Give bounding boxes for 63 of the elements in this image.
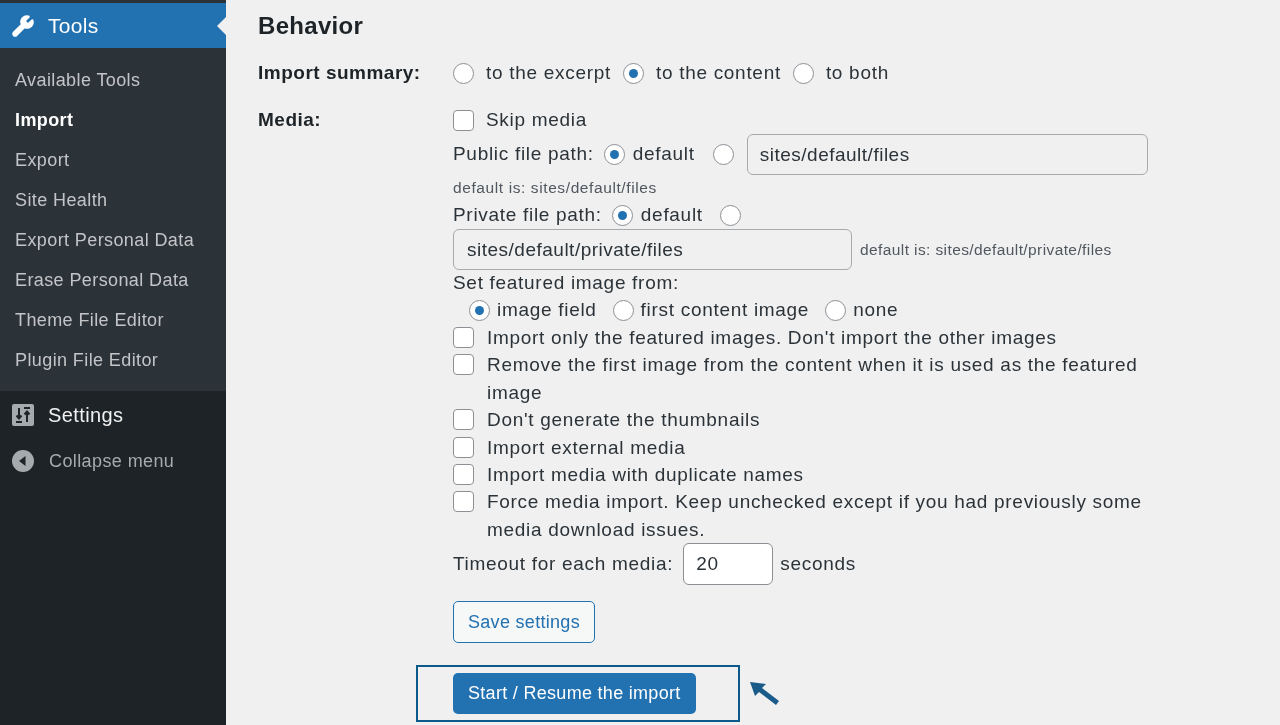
radio-button[interactable]	[622, 62, 644, 84]
option-label: Set featured image from:	[453, 271, 679, 296]
sliders-icon	[12, 404, 34, 426]
option-label: first content image	[640, 298, 810, 323]
option-label: default	[640, 202, 703, 227]
unit-label: seconds	[780, 552, 856, 576]
submenu-item[interactable]: Export	[0, 140, 226, 180]
collapse-menu-link[interactable]: Collapse menu	[49, 447, 175, 475]
submenu-item[interactable]: Site Health	[0, 180, 226, 220]
checkbox[interactable]	[453, 436, 474, 458]
submenu-item[interactable]: Available Tools	[0, 60, 226, 100]
radio-button[interactable]	[611, 204, 633, 226]
hint-text: default is: sites/default/files	[453, 178, 657, 199]
path-input[interactable]: sites/default/private/files	[453, 229, 852, 270]
checkbox[interactable]	[453, 464, 474, 486]
submenu-item[interactable]: Export Personal Data	[0, 220, 226, 260]
submenu-item[interactable]: Theme File Editor	[0, 300, 226, 340]
radio-button[interactable]	[603, 144, 625, 165]
save-settings-button[interactable]: Save settings	[453, 601, 595, 644]
checkbox[interactable]	[453, 491, 474, 513]
option-label: Import external media	[487, 435, 687, 460]
radio-button[interactable]	[719, 204, 741, 226]
option-label: to the excerpt	[486, 60, 611, 85]
collapse-icon	[12, 450, 34, 472]
hint-text: default is: sites/default/private/files	[860, 239, 1112, 260]
option-label: Import only the featured images. Don't import the other images	[487, 326, 1058, 350]
arrow-icon	[749, 681, 780, 706]
field-label: Import summary:	[258, 60, 421, 85]
radio-button[interactable]	[469, 300, 490, 321]
radio-button[interactable]	[825, 300, 847, 321]
option-label: Public file path:	[453, 142, 594, 167]
wrench-icon	[11, 13, 35, 38]
timeout-input[interactable]: 20	[683, 543, 774, 586]
submenu-item[interactable]: Erase Personal Data	[0, 260, 226, 300]
radio-button[interactable]	[453, 62, 474, 84]
option-label: Private file path:	[453, 202, 602, 227]
option-label: default	[632, 142, 695, 167]
option-label: Timeout for each media:	[453, 552, 674, 576]
radio-button[interactable]	[712, 144, 734, 165]
option-label: Don't generate the thumbnails	[487, 408, 762, 433]
checkbox[interactable]	[453, 327, 474, 348]
checkbox[interactable]	[453, 409, 474, 431]
radio-button[interactable]	[792, 62, 814, 84]
checkbox[interactable]	[453, 354, 474, 376]
option-label: Remove the first image from the content when it is used as the featured image	[487, 353, 1139, 405]
menu-item[interactable]: Settings	[48, 400, 124, 430]
section-heading: Behavior	[258, 11, 364, 41]
field-label: Media:	[258, 107, 322, 132]
option-label: Force media import. Keep unchecked except if you had previously some media download issues.	[487, 490, 1143, 542]
start-import-button[interactable]: Start / Resume the import	[453, 673, 696, 715]
option-label: Import media with duplicate names	[487, 463, 805, 488]
checkbox[interactable]	[453, 109, 474, 131]
option-label: to the content	[655, 60, 781, 85]
path-input[interactable]: sites/default/files	[746, 134, 1148, 175]
radio-button[interactable]	[612, 300, 634, 321]
option-label: none	[853, 298, 899, 323]
submenu-item[interactable]: Import	[0, 100, 226, 140]
pointer-notch-icon	[217, 17, 226, 35]
option-label: Skip media	[486, 107, 587, 132]
menu-header[interactable]: Tools	[0, 3, 226, 48]
option-label: to both	[825, 60, 889, 85]
submenu-item[interactable]: Plugin File Editor	[0, 340, 226, 380]
option-label: image field	[497, 298, 597, 323]
